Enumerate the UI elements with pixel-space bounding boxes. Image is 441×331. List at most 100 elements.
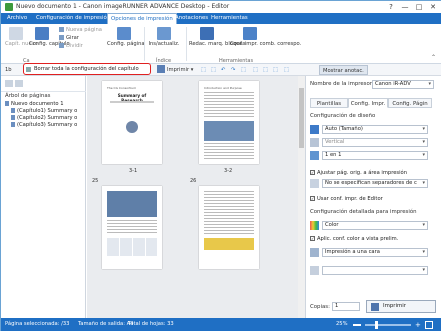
page-thumbnail[interactable] — [199, 186, 259, 269]
conf-impr-comb-button[interactable]: Conf. impr. comb. correspo. — [230, 27, 301, 47]
zoom-slider[interactable] — [365, 324, 411, 326]
toolbar-icon-a[interactable]: ⬚ — [201, 65, 206, 75]
tree-item-chapter2[interactable]: (Capítulo2) Summary o — [11, 115, 77, 122]
tree-item-label: (Capítulo1) Summary o — [17, 108, 78, 114]
checkbox-icon: ✓ — [310, 236, 315, 241]
menu-herramientas[interactable]: Herramientas — [208, 13, 251, 24]
toolbar-icon-c[interactable]: ⬚ — [241, 65, 246, 75]
chapter-icon — [11, 122, 15, 127]
minimize-button[interactable]: — — [398, 1, 412, 13]
caras-select[interactable]: Impresión a una cara ▾ — [322, 248, 428, 257]
tree-item-document[interactable]: Nuevo documento 1 — [5, 101, 64, 108]
copias-input[interactable]: 1 — [332, 302, 360, 311]
mail-merge-icon — [243, 27, 257, 40]
print-settings-pane: Nombre de la impresora Canon iR-ADV ▾ Pla… — [305, 76, 441, 318]
preview-scrollbar[interactable] — [298, 76, 305, 318]
orientacion-value: Vertical — [325, 139, 345, 145]
printer-select[interactable]: Canon iR-ADV ▾ — [372, 80, 434, 89]
collapse-ribbon-icon[interactable]: ⌃ — [431, 54, 436, 61]
mostrar-anotac-button[interactable]: Mostrar anotac. — [319, 65, 368, 75]
color-icon — [310, 221, 319, 230]
tree-separator — [1, 91, 86, 92]
tooltip-text: Borrar toda la configuración del capítul… — [34, 66, 139, 72]
redac-marq-button[interactable]: Redac. marq. bloques — [189, 27, 245, 47]
orientation-icon — [310, 138, 319, 147]
chevron-down-icon: ▾ — [428, 81, 431, 87]
ribbon-separator — [144, 27, 145, 61]
tamano-value: Auto (Tamaño) — [325, 126, 363, 132]
window-title: Nuevo documento 1 - Canon imageRUNNER AD… — [16, 3, 230, 10]
ins-actualiz-button[interactable]: Ins/actualiz. — [147, 27, 181, 47]
dividir-button[interactable]: Dividir — [59, 43, 83, 50]
color-select[interactable]: Color ▾ — [322, 221, 428, 230]
menu-archivo[interactable]: Archivo — [4, 13, 30, 24]
imprimir-toolbar-button[interactable]: Imprimir ▾ — [167, 65, 193, 75]
menu-configuracion-impresion[interactable]: Configuración de impresión — [33, 13, 113, 24]
disposicion-select[interactable]: 1 en 1 ▾ — [322, 151, 428, 160]
tab-config-impr[interactable]: Config. Impr. — [348, 98, 388, 108]
zoom-slider-thumb[interactable] — [375, 321, 378, 329]
copias-value: 1 — [335, 303, 339, 309]
tree-toolbar-icon-2[interactable] — [15, 80, 23, 87]
page-table — [107, 238, 157, 256]
tab-config-pagin[interactable]: Config. Págin — [388, 98, 432, 108]
girar-button[interactable]: Girar — [59, 35, 79, 42]
maximize-button[interactable]: □ — [412, 1, 426, 13]
tree-item-chapter3[interactable]: (Capítulo3) Summary o — [11, 122, 77, 129]
fit-page-icon[interactable] — [425, 321, 433, 329]
page-thumbnail[interactable]: Introduction and Purpose — [199, 81, 259, 164]
page-thumbnail[interactable]: The CG Consortium Summary of Research — [102, 81, 162, 164]
print-icon[interactable] — [157, 65, 165, 73]
dividir-label: Dividir — [66, 43, 83, 49]
config-capitulo-button[interactable]: Config. capítulo — [29, 27, 70, 47]
chapter-settings-icon — [35, 27, 49, 40]
tree-toolbar-icon[interactable] — [5, 80, 13, 87]
toolbar-icon-b[interactable]: ⬚ — [211, 65, 216, 75]
acabado-select[interactable]: ▾ — [322, 266, 428, 275]
aplic-conf-checkbox[interactable]: ✓ Aplic. conf. color a vista prelim. — [310, 236, 398, 243]
orientacion-select[interactable]: Vertical ▾ — [322, 138, 428, 147]
close-button[interactable]: ✕ — [426, 1, 440, 13]
toolbar-icon-g[interactable]: ⬚ — [284, 65, 289, 75]
ajustar-pag-checkbox[interactable]: ✓ Ajustar pág. orig. a área impresión — [310, 170, 407, 177]
config-pagina-button[interactable]: Config. página — [107, 27, 145, 47]
page-tree-pane: Árbol de páginas Nuevo documento 1 (Capí… — [1, 76, 86, 318]
caras-value: Impresión a una cara — [325, 249, 380, 255]
separator-icon — [310, 179, 319, 188]
capit-nuevo-button[interactable]: Capít. nuevo — [5, 27, 38, 47]
toolbar-icon-f[interactable]: ⬚ — [273, 65, 278, 75]
tree-item-chapter1[interactable]: (Capítulo1) Summary o — [11, 108, 77, 115]
layout-icon — [310, 151, 319, 160]
help-icon[interactable]: ? — [384, 1, 398, 13]
detallada-section-label: Configuración detallada para impresión — [310, 209, 417, 215]
total-hojas: Total de hojas: 33 — [128, 321, 174, 327]
scrollbar-thumb[interactable] — [299, 88, 304, 148]
separadores-select[interactable]: No se especifican separadores de c ▾ — [322, 179, 428, 188]
printer-name-label: Nombre de la impresora — [310, 81, 376, 87]
chapter-icon — [11, 108, 15, 113]
chevron-down-icon: ▾ — [422, 126, 425, 132]
tab-plantillas[interactable]: Plantillas — [310, 98, 348, 108]
imprimir-button[interactable]: Imprimir — [366, 300, 436, 313]
page-preview-pane: The CG Consortium Summary of Research 3-… — [87, 76, 305, 318]
ribbon: Capít. nuevo Config. capítulo Nueva pági… — [1, 24, 441, 64]
redo-icon[interactable]: ↷ — [231, 65, 235, 75]
clear-settings-icon — [26, 67, 31, 72]
page-thumbnail[interactable] — [102, 186, 162, 269]
imprimir-label: Imprimir — [383, 303, 406, 309]
toolbar-icon-e[interactable]: ⬚ — [263, 65, 268, 75]
zoom-in-icon[interactable]: + — [415, 321, 421, 329]
zoom-out-icon[interactable] — [353, 324, 361, 326]
undo-icon[interactable]: ↶ — [221, 65, 225, 75]
menu-opciones-impresion[interactable]: Opciones de impresión — [107, 13, 177, 24]
tamano-select[interactable]: Auto (Tamaño) ▾ — [322, 125, 428, 134]
usar-conf-checkbox[interactable]: ✓ Usar conf. impr. de Editor — [310, 196, 383, 203]
copias-label: Copias: — [310, 304, 330, 310]
chevron-down-icon: ▾ — [422, 139, 425, 145]
toolbar-icon-d[interactable]: ⬚ — [253, 65, 258, 75]
menu-anotaciones[interactable]: Anotaciones — [172, 13, 211, 24]
diseno-section-label: Configuración de diseño — [310, 113, 376, 119]
nueva-pagina-button[interactable]: Nueva página — [59, 27, 102, 34]
ins-actualiz-label: Ins/actualiz. — [148, 41, 180, 47]
chevron-down-icon: ▾ — [422, 152, 425, 158]
